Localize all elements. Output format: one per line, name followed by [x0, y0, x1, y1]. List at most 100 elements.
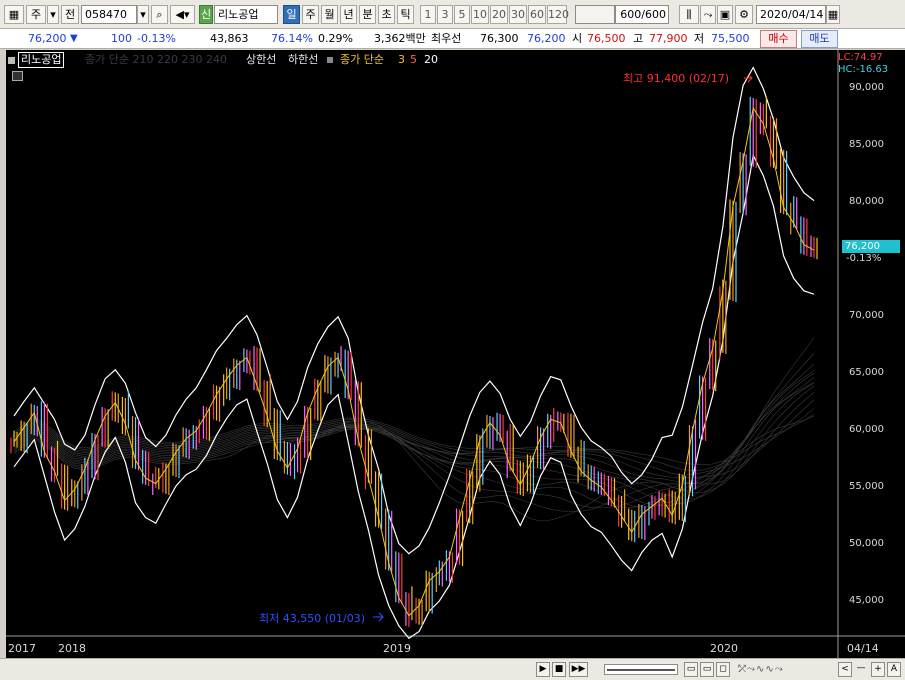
- price-chart[interactable]: 리노공업 종가 단순 210 220 230 240 상한선 하한선 종가 단순…: [6, 50, 905, 658]
- reset-icon[interactable]: ◻: [716, 662, 730, 677]
- zoom-out-icon[interactable]: ▭: [684, 662, 698, 677]
- legend-ma-20: 20: [424, 53, 438, 66]
- price-change: 100: [111, 32, 132, 45]
- y-axis-label: 60,000: [849, 424, 884, 435]
- y-axis-label: 50,000: [849, 538, 884, 549]
- interval-button-0[interactable]: 1: [420, 5, 436, 24]
- current-price: 76,200: [28, 32, 67, 45]
- mode-label: 전: [64, 8, 76, 21]
- high-label: 고: [633, 32, 644, 45]
- legend-square-icon: [8, 57, 15, 64]
- low-price: 75,500: [711, 32, 750, 45]
- slider-track: [607, 669, 675, 671]
- hc-indicator: HC:-16.63: [838, 64, 889, 75]
- y-axis-label: 45,000: [849, 595, 884, 606]
- change-percent: -0.13%: [137, 32, 176, 45]
- candle-icon[interactable]: ⫼: [679, 5, 699, 24]
- grid-toggle-icon[interactable]: [12, 71, 23, 81]
- period-button-1[interactable]: 주: [302, 5, 319, 24]
- current-price-tag: 76,200: [842, 240, 900, 253]
- interval-button-4[interactable]: 20: [490, 5, 508, 24]
- legend-stock-name[interactable]: 리노공업: [18, 52, 65, 68]
- period-button-0[interactable]: 일: [283, 5, 300, 24]
- period-button-5[interactable]: 초: [378, 5, 395, 24]
- market-label: 주: [30, 8, 42, 21]
- blank-field[interactable]: [575, 5, 615, 24]
- interval-button-1[interactable]: 3: [437, 5, 453, 24]
- line-tool-icon[interactable]: ⤳: [700, 5, 716, 24]
- mode-selector[interactable]: 전: [61, 5, 79, 24]
- period-button-3[interactable]: 년: [340, 5, 357, 24]
- down-arrow-icon: ▼: [70, 33, 78, 44]
- sell-button[interactable]: 매도: [801, 30, 838, 48]
- interval-button-7[interactable]: 120: [547, 5, 569, 24]
- zoom-in-icon[interactable]: ▭: [700, 662, 714, 677]
- interval-button-3[interactable]: 10: [471, 5, 489, 24]
- calendar-icon[interactable]: ▦: [826, 5, 840, 24]
- legend-upper-limit: 상한선: [246, 53, 277, 66]
- y-axis-label: 70,000: [849, 310, 884, 321]
- count-input[interactable]: 600/600: [615, 5, 669, 24]
- date-value: 2020/04/14: [760, 8, 824, 21]
- x-axis-label: 2017: [8, 642, 36, 655]
- volume: 43,863: [210, 32, 249, 45]
- play-button[interactable]: ▶: [536, 662, 550, 677]
- search-icon[interactable]: ⌕: [151, 5, 168, 24]
- interval-button-6[interactable]: 60: [528, 5, 546, 24]
- best-ask: 76,300: [480, 32, 519, 45]
- open-label: 시: [572, 32, 583, 45]
- settings-icon[interactable]: ⚙: [735, 5, 753, 24]
- ma-3-line: [13, 106, 815, 617]
- status-bar: ▶ ■ ▶▶ ▭ ▭ ◻ ⤱⤳∿∿⤳ < — + A: [0, 658, 905, 680]
- legend-ma-label: 종가 단순: [340, 53, 384, 66]
- best-bid: 76,200: [527, 32, 566, 45]
- turnover-percent: 76.14%: [271, 32, 313, 45]
- lower-limit-line: [13, 153, 815, 640]
- stock-prefix-badge: 신: [199, 5, 213, 24]
- low-annotation: 최저 43,550 (01/03): [259, 612, 366, 625]
- low-label: 저: [694, 32, 705, 45]
- drawing-tools-icon[interactable]: ⤱⤳∿∿⤳: [738, 663, 838, 677]
- period-button-2[interactable]: 월: [321, 5, 338, 24]
- legend-ma-dim: 종가 단순 210 220 230 240: [85, 53, 227, 66]
- scroll-left-button[interactable]: <: [838, 662, 852, 677]
- x-axis-label: 2019: [383, 642, 411, 655]
- stock-code-input[interactable]: 058470: [81, 5, 137, 24]
- y-axis-label: 80,000: [849, 196, 884, 207]
- legend-ma-5: 5: [410, 53, 417, 66]
- long-ma-line: [13, 372, 815, 508]
- open-price: 76,500: [587, 32, 626, 45]
- high-annotation: 최고 91,400 (02/17): [623, 72, 730, 85]
- long-ma-line: [13, 399, 815, 479]
- scroll-slider[interactable]: [604, 664, 678, 675]
- code-dropdown-icon[interactable]: ▾: [137, 5, 149, 24]
- long-ma-line: [13, 337, 815, 522]
- date-input[interactable]: 2020/04/14: [756, 5, 826, 24]
- sound-icon[interactable]: ◀▾: [170, 5, 195, 24]
- auto-button[interactable]: A: [887, 662, 901, 677]
- ratio-percent: 0.29%: [318, 32, 353, 45]
- interval-button-5[interactable]: 30: [509, 5, 527, 24]
- stock-name-field[interactable]: 리노공업: [214, 5, 278, 24]
- buy-button[interactable]: 매수: [760, 30, 797, 48]
- trade-amount: 3,362백만: [374, 32, 426, 45]
- x-axis-label: 2020: [710, 642, 738, 655]
- market-dropdown-icon[interactable]: ▾: [47, 5, 59, 24]
- legend-lower-limit: 하한선: [288, 53, 319, 66]
- stop-button[interactable]: ■: [552, 662, 566, 677]
- current-change-tag: -0.13%: [846, 253, 882, 264]
- count-total: /600: [641, 8, 666, 21]
- fast-forward-button[interactable]: ▶▶: [569, 662, 588, 677]
- stock-code-value: 058470: [85, 8, 127, 21]
- market-selector[interactable]: 주: [26, 5, 46, 24]
- zoom-plus-button[interactable]: +: [871, 662, 885, 677]
- period-button-6[interactable]: 틱: [397, 5, 414, 24]
- period-button-4[interactable]: 분: [359, 5, 376, 24]
- long-ma-line: [13, 353, 815, 512]
- legend-bullet-icon: [327, 57, 333, 63]
- save-icon[interactable]: ▣: [717, 5, 733, 24]
- long-ma-line: [13, 381, 815, 504]
- interval-button-2[interactable]: 5: [454, 5, 470, 24]
- stock-prefix: 신: [200, 8, 212, 21]
- chart-type-icon[interactable]: ▦: [4, 5, 24, 24]
